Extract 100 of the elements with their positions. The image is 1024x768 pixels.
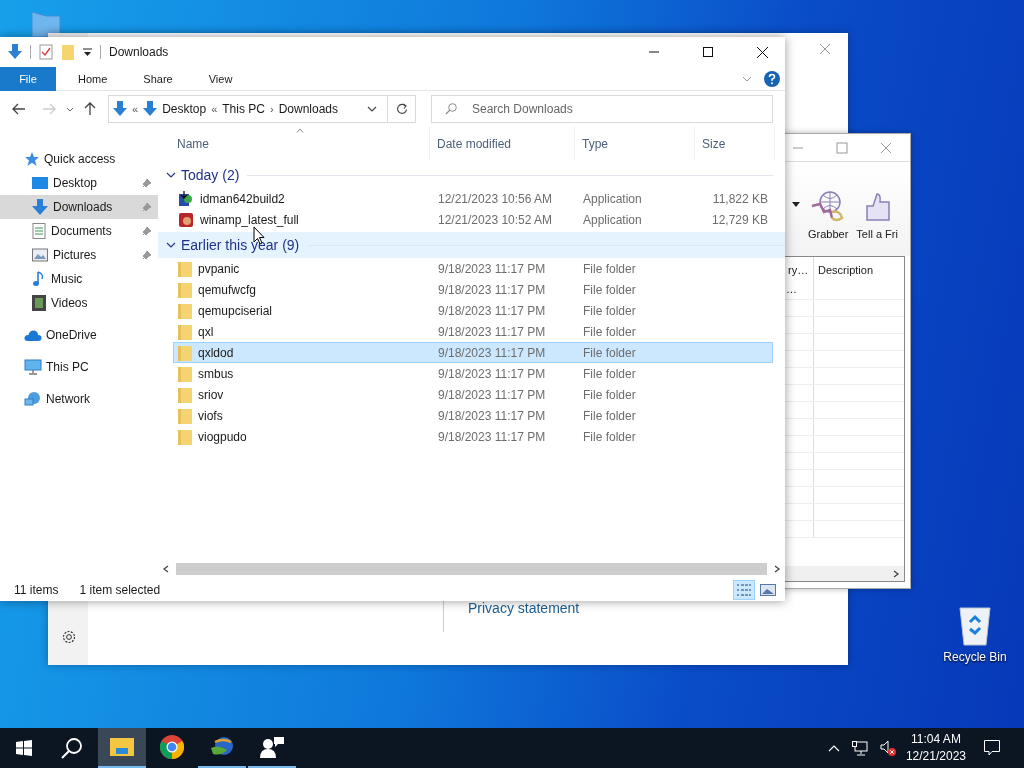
dropdown-icon[interactable] [367,106,377,112]
close-icon[interactable] [880,141,892,154]
refresh-button[interactable] [388,95,416,123]
caret-icon[interactable] [792,201,800,207]
horizontal-scrollbar[interactable] [784,566,904,581]
navigation-item[interactable]: Quick access [0,147,158,171]
date-cell-text: 9/18/2023 11:17 PM [437,345,547,360]
date-cell-text: 9/18/2023 11:17 PM [437,408,547,423]
navigation-item[interactable]: Desktop [0,171,158,195]
address-bar[interactable]: « Desktop « This PC › Downloads [108,95,388,123]
list-icon [736,583,752,597]
computer-icon [24,359,42,375]
file-row[interactable]: idman642build2 12/21/2023 10:56 AM Application 11,822 KB [173,188,773,209]
navigation-item[interactable]: Videos [0,291,158,315]
column-header[interactable]: Date modified [430,127,575,160]
date-cell-text: 9/18/2023 11:17 PM [437,366,547,381]
clock-date: 12/21/2023 [905,748,966,765]
navigation-item[interactable]: Documents [0,219,158,243]
network-icon[interactable] [851,740,868,756]
column-header[interactable]: Type [575,127,695,160]
file-name: qemufwcfg [198,282,257,297]
expand-ribbon-icon[interactable] [742,75,752,82]
file-name: qemupciserial [198,303,273,318]
file-name: idman642build2 [200,191,285,206]
maximize-icon [703,47,713,57]
pin-icon[interactable] [142,250,152,260]
file-row[interactable]: qemufwcfg 9/18/2023 11:17 PM File folder [173,279,773,300]
clock[interactable]: 11:04 AM 12/21/2023 [905,731,966,765]
file-row[interactable]: viogpudo 9/18/2023 11:17 PM File folder [173,426,773,447]
file-row[interactable]: winamp_latest_full 12/21/2023 10:52 AM Application 12,729 KB [173,209,773,230]
music-note-icon [32,271,46,287]
privacy-link[interactable]: Privacy statement [468,600,580,616]
refresh-icon [395,103,408,115]
navigation-item[interactable]: OneDrive [0,323,158,347]
breadcrumb-separator[interactable]: › [269,103,274,115]
recent-locations-icon[interactable] [66,106,74,112]
type-cell-text: File folder [582,429,637,444]
pin-icon[interactable] [142,178,152,188]
file-row[interactable]: viofs 9/18/2023 11:17 PM File folder [173,405,773,426]
breadcrumb-separator[interactable]: « [211,103,218,115]
navigation-item[interactable]: Pictures [0,243,158,267]
column-header[interactable]: Description [814,257,904,283]
type-cell-text: File folder [582,261,637,276]
file-row[interactable]: qemupciserial 9/18/2023 11:17 PM File folder [173,300,773,321]
notifications-icon[interactable] [984,740,1000,756]
star-icon [24,151,40,167]
download-arrow-icon [32,199,48,215]
help-icon[interactable] [764,70,780,87]
file-row[interactable]: sriov 9/18/2023 11:17 PM File folder [173,384,773,405]
toolbar-button[interactable]: Grabber [808,178,849,240]
settings-icon[interactable] [61,629,77,645]
ribbon-tab[interactable]: Share [129,66,187,91]
clock-time: 11:04 AM [911,731,961,748]
ribbon-tab[interactable]: Home [64,66,122,91]
group-header[interactable]: Today (2) [158,162,773,188]
file-name: pvpanic [198,261,240,276]
breadcrumb[interactable]: This PC [222,102,265,116]
pin-icon[interactable] [142,226,152,236]
dropdown-icon[interactable] [83,48,92,56]
column-header[interactable]: Size [695,127,775,160]
type-cell-text: File folder [582,345,637,360]
window-title: Downloads [109,45,169,59]
search-icon [61,737,83,759]
desktop-shortcut[interactable]: Recycle Bin [940,602,1010,664]
file-menu-button[interactable]: File [0,66,56,91]
breadcrumb[interactable]: Downloads [278,102,338,116]
file-row[interactable]: qxldod 9/18/2023 11:17 PM File folder [173,342,773,363]
image-icon [760,583,776,597]
file-row[interactable]: qxl 9/18/2023 11:17 PM File folder [173,321,773,342]
column-header[interactable]: Name [158,127,430,160]
file-row[interactable]: pvpanic 9/18/2023 11:17 PM File folder [173,258,773,279]
scroll-left-icon[interactable] [162,565,170,573]
close-icon[interactable] [819,43,831,55]
person-icon [260,736,284,758]
scroll-right-icon[interactable] [892,569,900,578]
download-arrow-icon[interactable] [8,44,22,60]
properties-icon[interactable] [39,44,53,60]
group-header[interactable]: Earlier this year (9) [158,232,785,258]
navigation-item[interactable]: This PC [0,355,158,379]
date-cell-text: 9/18/2023 11:17 PM [437,324,547,339]
navigation-item[interactable]: Downloads [0,195,158,219]
up-arrow-icon[interactable] [84,102,96,116]
muted-speaker-icon[interactable] [879,740,896,756]
search-field[interactable]: Search Downloads [431,95,773,123]
breadcrumb[interactable]: Desktop [162,102,207,116]
breadcrumb-separator[interactable]: « [132,103,139,115]
type-cell-text: File folder [582,387,637,402]
date-cell-text: 9/18/2023 11:17 PM [437,387,547,402]
ribbon-tab[interactable]: View [194,66,247,91]
taskbar-app-button[interactable] [98,728,146,768]
chevron-icon [166,240,176,250]
folder-icon [178,281,192,298]
file-row[interactable]: smbus 9/18/2023 11:17 PM File folder [173,363,773,384]
date-cell-text: 12/21/2023 10:52 AM [437,212,554,227]
navigation-item[interactable]: Music [0,267,158,291]
back-arrow-icon[interactable] [12,103,26,115]
navigation-item[interactable]: Network [0,387,158,411]
toolbar-button[interactable]: Tell a Fri [856,178,898,240]
scroll-right-icon[interactable] [773,565,781,573]
show-hidden-icons-icon[interactable] [827,744,840,752]
